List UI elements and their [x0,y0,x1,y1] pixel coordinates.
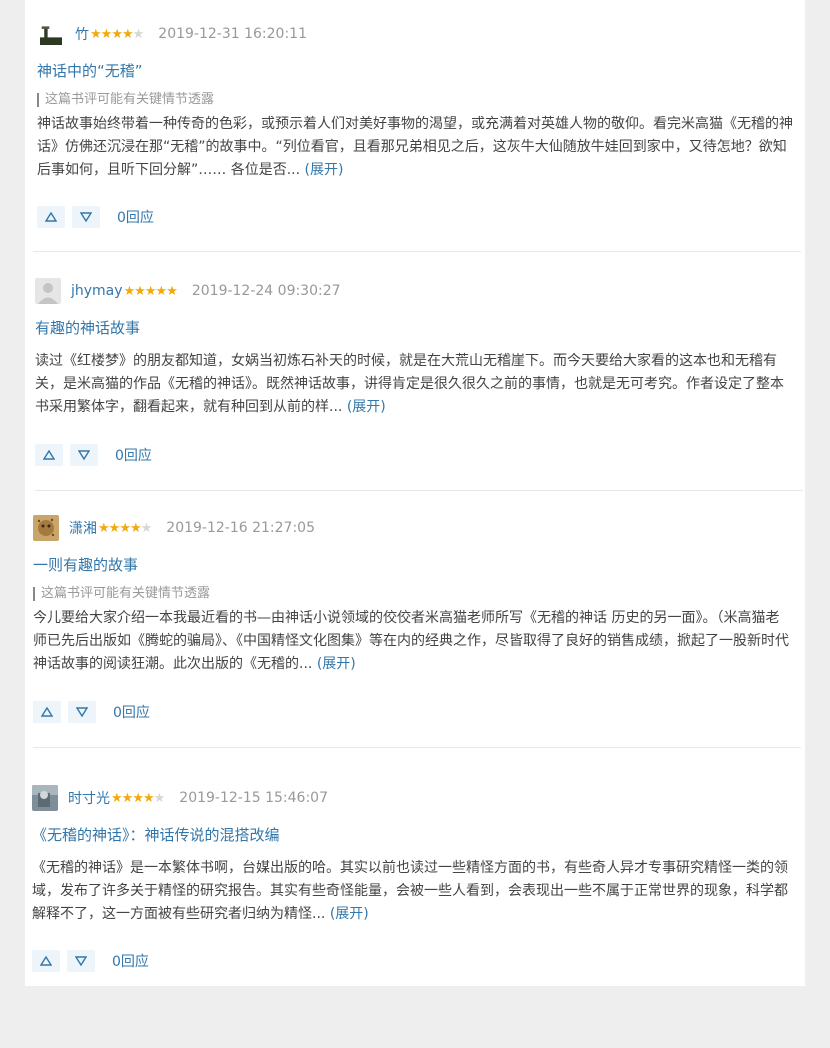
upvote-button[interactable] [32,950,60,972]
spoiler-notice: 这篇书评可能有关键情节透露 [33,587,210,601]
review-date: 2019-12-16 21:27:05 [166,520,315,536]
review-title[interactable]: 《无稽的神话》：神话传说的混搭改编 [32,824,280,845]
review-body: 读过《红楼梦》的朋友都知道，女娲当初炼石补天的时候，就是在大荒山无稽崖下。而今天… [35,353,784,415]
username[interactable]: 潇湘 [69,518,97,538]
star-filled-icon: ★ [142,790,155,806]
star-filled-icon: ★ [121,790,134,806]
review-divider [35,490,803,491]
expand-link[interactable]: (展开) [330,906,369,922]
downvote-button[interactable] [68,701,96,723]
star-filled-icon: ★ [90,26,102,42]
triangle-down-icon [75,956,87,966]
expand-link[interactable]: (展开) [317,656,356,672]
triangle-down-icon [78,450,90,460]
downvote-button[interactable] [67,950,95,972]
username[interactable]: jhymay [71,283,123,299]
star-filled-icon: ★ [108,520,121,536]
upvote-button[interactable] [35,444,63,466]
triangle-up-icon [45,212,57,222]
avatar[interactable] [32,785,58,811]
review-date: 2019-12-15 15:46:07 [179,790,328,806]
avatar[interactable] [37,23,65,45]
triangle-down-icon [76,707,88,717]
triangle-up-icon [43,450,55,460]
star-filled-icon: ★ [129,520,142,536]
review-actions: 0回应 [32,950,149,972]
review-header: 时寸光 ★★★★★ 2019-12-15 15:46:07 [32,784,328,812]
expand-link[interactable]: (展开) [347,399,386,415]
review-date: 2019-12-24 09:30:27 [191,283,341,299]
star-filled-icon: ★ [98,520,110,536]
rating-stars: ★★★★★ [111,790,166,806]
review-body: 《无稽的神话》是一本繁体书啊，台媒出版的哈。其实以前也读过一些精怪方面的书，有些… [32,860,788,922]
review-header: jhymay ★★★★★ 2019-12-24 09:30:27 [35,277,341,305]
reply-count-link[interactable]: 0回应 [115,445,152,465]
review-date: 2019-12-31 16:20:11 [158,26,307,42]
avatar[interactable] [35,278,61,304]
star-empty-icon: ★ [132,26,145,42]
triangle-down-icon [80,212,92,222]
star-filled-icon: ★ [155,283,168,299]
upvote-button[interactable] [33,701,61,723]
review-excerpt: 读过《红楼梦》的朋友都知道，女娲当初炼石补天的时候，就是在大荒山无稽崖下。而今天… [35,350,793,419]
reply-count-link[interactable]: 0回应 [113,702,150,722]
star-filled-icon: ★ [123,283,136,299]
review-title[interactable]: 有趣的神话故事 [35,317,140,338]
review-title[interactable]: 一则有趣的故事 [33,554,138,575]
review-item: 竹 ★★★★★ 2019-12-31 16:20:11 神话中的“无稽” 这篇书… [25,20,805,252]
review-title[interactable]: 神话中的“无稽” [37,60,143,81]
star-empty-icon: ★ [153,790,166,806]
review-excerpt: 今儿要给大家介绍一本我最近看的书—由神话小说领域的佼佼者米高猫老师所写《无稽的神… [33,607,791,676]
review-actions: 0回应 [37,206,154,228]
review-item: 时寸光 ★★★★★ 2019-12-15 15:46:07 《无稽的神话》：神话… [25,784,805,984]
review-excerpt: 神话故事始终带着一种传奇的色彩，或预示着人们对美好事物的渴望，或充满着对英雄人物… [37,113,795,182]
avatar[interactable] [33,515,59,541]
reviews-panel: 竹 ★★★★★ 2019-12-31 16:20:11 神话中的“无稽” 这篇书… [25,0,805,986]
review-excerpt: 《无稽的神话》是一本繁体书啊，台媒出版的哈。其实以前也读过一些精怪方面的书，有些… [32,857,790,926]
downvote-button[interactable] [70,444,98,466]
review-actions: 0回应 [35,444,152,466]
triangle-up-icon [41,707,53,717]
rating-stars: ★★★★★ [98,520,153,536]
review-divider [33,747,801,748]
downvote-button[interactable] [72,206,100,228]
review-item: 潇湘 ★★★★★ 2019-12-16 21:27:05 一则有趣的故事 这篇书… [25,514,805,748]
review-header: 潇湘 ★★★★★ 2019-12-16 21:27:05 [33,514,315,542]
review-body: 今儿要给大家介绍一本我最近看的书—由神话小说领域的佼佼者米高猫老师所写《无稽的神… [33,610,789,672]
spoiler-notice: 这篇书评可能有关键情节透露 [37,93,214,107]
expand-link[interactable]: (展开) [305,162,344,178]
reply-count-link[interactable]: 0回应 [112,951,149,971]
star-filled-icon: ★ [121,26,134,42]
star-filled-icon: ★ [119,520,131,536]
star-filled-icon: ★ [111,790,123,806]
star-filled-icon: ★ [134,283,146,299]
upvote-button[interactable] [37,206,65,228]
rating-stars: ★★★★★ [90,26,145,42]
username[interactable]: 时寸光 [68,788,110,808]
star-filled-icon: ★ [132,790,144,806]
review-item: jhymay ★★★★★ 2019-12-24 09:30:27 有趣的神话故事… [25,277,805,491]
triangle-up-icon [40,956,52,966]
review-body: 神话故事始终带着一种传奇的色彩，或预示着人们对美好事物的渴望，或充满着对英雄人物… [37,116,793,178]
star-filled-icon: ★ [111,26,123,42]
username[interactable]: 竹 [75,24,89,44]
review-header: 竹 ★★★★★ 2019-12-31 16:20:11 [37,20,307,48]
star-filled-icon: ★ [144,283,157,299]
review-actions: 0回应 [33,701,150,723]
rating-stars: ★★★★★ [123,283,178,299]
star-filled-icon: ★ [100,26,113,42]
reply-count-link[interactable]: 0回应 [117,207,154,227]
star-filled-icon: ★ [166,283,178,299]
star-empty-icon: ★ [140,520,153,536]
review-divider [33,251,801,252]
